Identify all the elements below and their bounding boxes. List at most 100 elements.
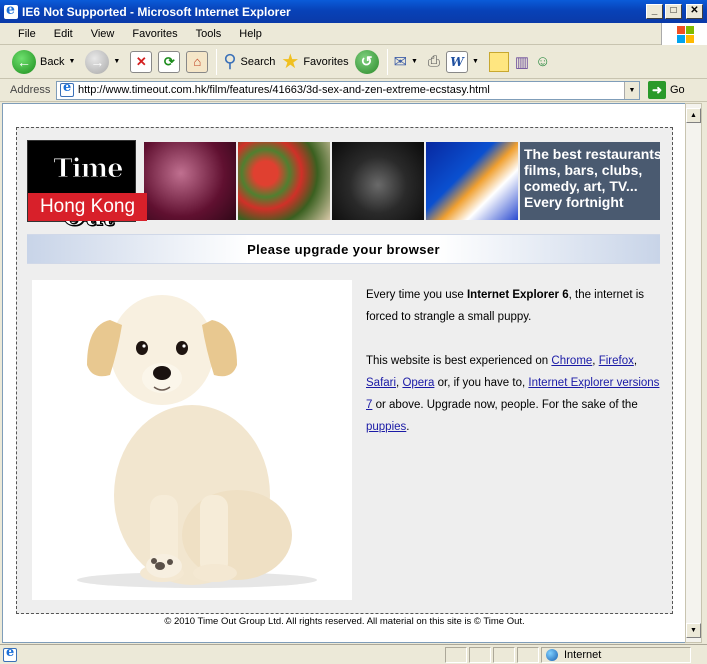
banner-photos: The best restaurants, films, bars, clubs… [144, 142, 660, 220]
status-cell [517, 646, 539, 663]
edit-dropdown-icon[interactable]: ▼ [472, 58, 479, 65]
mail-icon: ✉ [393, 53, 407, 71]
edit-button[interactable]: W ▼ [445, 50, 483, 73]
address-input[interactable]: http://www.timeout.com.hk/film/features/… [56, 80, 640, 100]
favorites-label: Favorites [303, 55, 349, 68]
resize-grip-icon[interactable] [693, 647, 707, 663]
opera-link[interactable]: Opera [402, 377, 434, 389]
status-cell [445, 646, 467, 663]
address-label: Address [10, 84, 51, 96]
windows-logo-icon [661, 23, 707, 45]
menu-view[interactable]: View [82, 28, 124, 40]
text-span: . [406, 421, 410, 433]
vertical-scrollbar[interactable]: ▲ ▼ [685, 103, 702, 643]
search-icon: ⚲ [223, 51, 237, 71]
puppy-image [32, 280, 352, 600]
discuss-button[interactable] [488, 51, 509, 72]
security-zone[interactable]: Internet [541, 646, 691, 663]
puppy-illustration [77, 295, 317, 588]
safari-link[interactable]: Safari [366, 377, 396, 389]
back-button[interactable]: ← Back ▼ [12, 49, 79, 74]
menu-tools[interactable]: Tools [187, 28, 231, 40]
menu-file[interactable]: File [0, 28, 45, 40]
scroll-down-button[interactable]: ▼ [686, 623, 701, 638]
chrome-link[interactable]: Chrome [551, 355, 592, 367]
logo-hong-kong: Hong Kong [28, 193, 147, 221]
content-frame: Time Out Hong Kong The best restaurants,… [16, 127, 673, 614]
address-dropdown-icon[interactable]: ▼ [624, 81, 639, 99]
go-label: Go [670, 84, 685, 96]
note-icon [488, 51, 509, 72]
title-bar[interactable]: IE6 Not Supported - Microsoft Internet E… [0, 0, 707, 23]
research-icon: ▥ [514, 53, 530, 71]
timeout-banner[interactable]: Time Out Hong Kong The best restaurants,… [27, 140, 660, 233]
text-span: or, if you have to, [434, 377, 529, 389]
print-button[interactable]: ⎙ [428, 53, 440, 70]
go-arrow-icon: ➜ [648, 81, 666, 99]
menu-bar: File Edit View Favorites Tools Help [0, 23, 707, 45]
favorites-button[interactable]: ★ Favorites [281, 49, 348, 74]
puppies-link[interactable]: puppies [366, 421, 406, 433]
back-dropdown-icon[interactable]: ▼ [68, 58, 75, 65]
back-label: Back [40, 55, 65, 68]
maximize-button[interactable]: □ [665, 4, 682, 19]
zone-label: Internet [564, 648, 602, 661]
text-span: , [633, 355, 638, 367]
mail-dropdown-icon[interactable]: ▼ [411, 58, 418, 65]
status-cell [493, 646, 515, 663]
banner-photo-food [238, 142, 330, 220]
minimize-button[interactable]: _ [646, 4, 663, 19]
go-button[interactable]: ➜ Go [648, 81, 685, 99]
mail-button[interactable]: ✉ ▼ [394, 52, 422, 72]
menu-favorites[interactable]: Favorites [123, 28, 186, 40]
message-paragraph-2: This website is best experienced on Chro… [366, 350, 661, 438]
home-icon: ⌂ [186, 50, 209, 73]
toolbar-separator [216, 48, 218, 75]
tagline-line: films, bars, clubs, [524, 162, 643, 178]
stop-button[interactable]: ✕ [130, 50, 153, 73]
address-bar: Address http://www.timeout.com.hk/film/f… [0, 79, 707, 102]
history-button[interactable]: ↺ [354, 49, 379, 74]
text-span: This website is best experienced on [366, 355, 552, 367]
banner-tagline: The best restaurants, films, bars, clubs… [520, 142, 660, 220]
printer-icon: ⎙ [427, 53, 440, 70]
scroll-up-button[interactable]: ▲ [686, 108, 701, 123]
forward-button[interactable]: → ▼ [85, 49, 124, 74]
tagline-line: comedy, art, TV... [524, 178, 638, 194]
message-text: Every time you use Internet Explorer 6, … [366, 284, 661, 460]
tagline-line: Every fortnight [524, 194, 624, 210]
address-url[interactable]: http://www.timeout.com.hk/film/features/… [78, 84, 624, 96]
research-button[interactable]: ▥ [515, 53, 529, 71]
search-button[interactable]: ⚲ Search [223, 51, 275, 72]
page-icon [60, 80, 74, 97]
firefox-link[interactable]: Firefox [599, 355, 634, 367]
message-paragraph-1: Every time you use Internet Explorer 6, … [366, 284, 661, 328]
banner-photo-drink [426, 142, 518, 220]
text-span: or above. Upgrade now, people. For the s… [372, 399, 638, 411]
back-arrow-icon: ← [12, 49, 36, 74]
page-viewport[interactable]: Time Out Hong Kong The best restaurants,… [2, 103, 685, 643]
refresh-icon: ⟳ [158, 50, 181, 73]
timeout-logo[interactable]: Time Out Hong Kong [27, 140, 147, 233]
messenger-icon: ☺ [535, 53, 551, 70]
standard-toolbar: ← Back ▼ → ▼ ✕ ⟳ ⌂ ⚲ Search ★ Favorites … [0, 45, 707, 79]
globe-icon [546, 648, 558, 661]
banner-photo-crowd [144, 142, 236, 220]
menu-edit[interactable]: Edit [45, 28, 82, 40]
messenger-button[interactable]: ☺ [535, 53, 550, 70]
window-title: IE6 Not Supported - Microsoft Internet E… [22, 4, 291, 19]
close-button[interactable]: ✕ [686, 4, 703, 19]
word-icon: W [445, 50, 468, 73]
copyright-footer: © 2010 Time Out Group Ltd. All rights re… [164, 616, 525, 627]
search-label: Search [240, 55, 276, 68]
ie6-bold-text: Internet Explorer 6 [466, 289, 569, 301]
status-page-icon [3, 645, 17, 662]
forward-dropdown-icon[interactable]: ▼ [113, 58, 120, 65]
menu-help[interactable]: Help [230, 28, 271, 40]
home-button[interactable]: ⌂ [186, 50, 209, 73]
tagline-line: The best restaurants, [524, 146, 660, 162]
status-bar: Internet [0, 644, 707, 664]
refresh-button[interactable]: ⟳ [158, 50, 181, 73]
favorites-star-icon: ★ [281, 51, 300, 73]
history-icon: ↺ [354, 49, 379, 74]
